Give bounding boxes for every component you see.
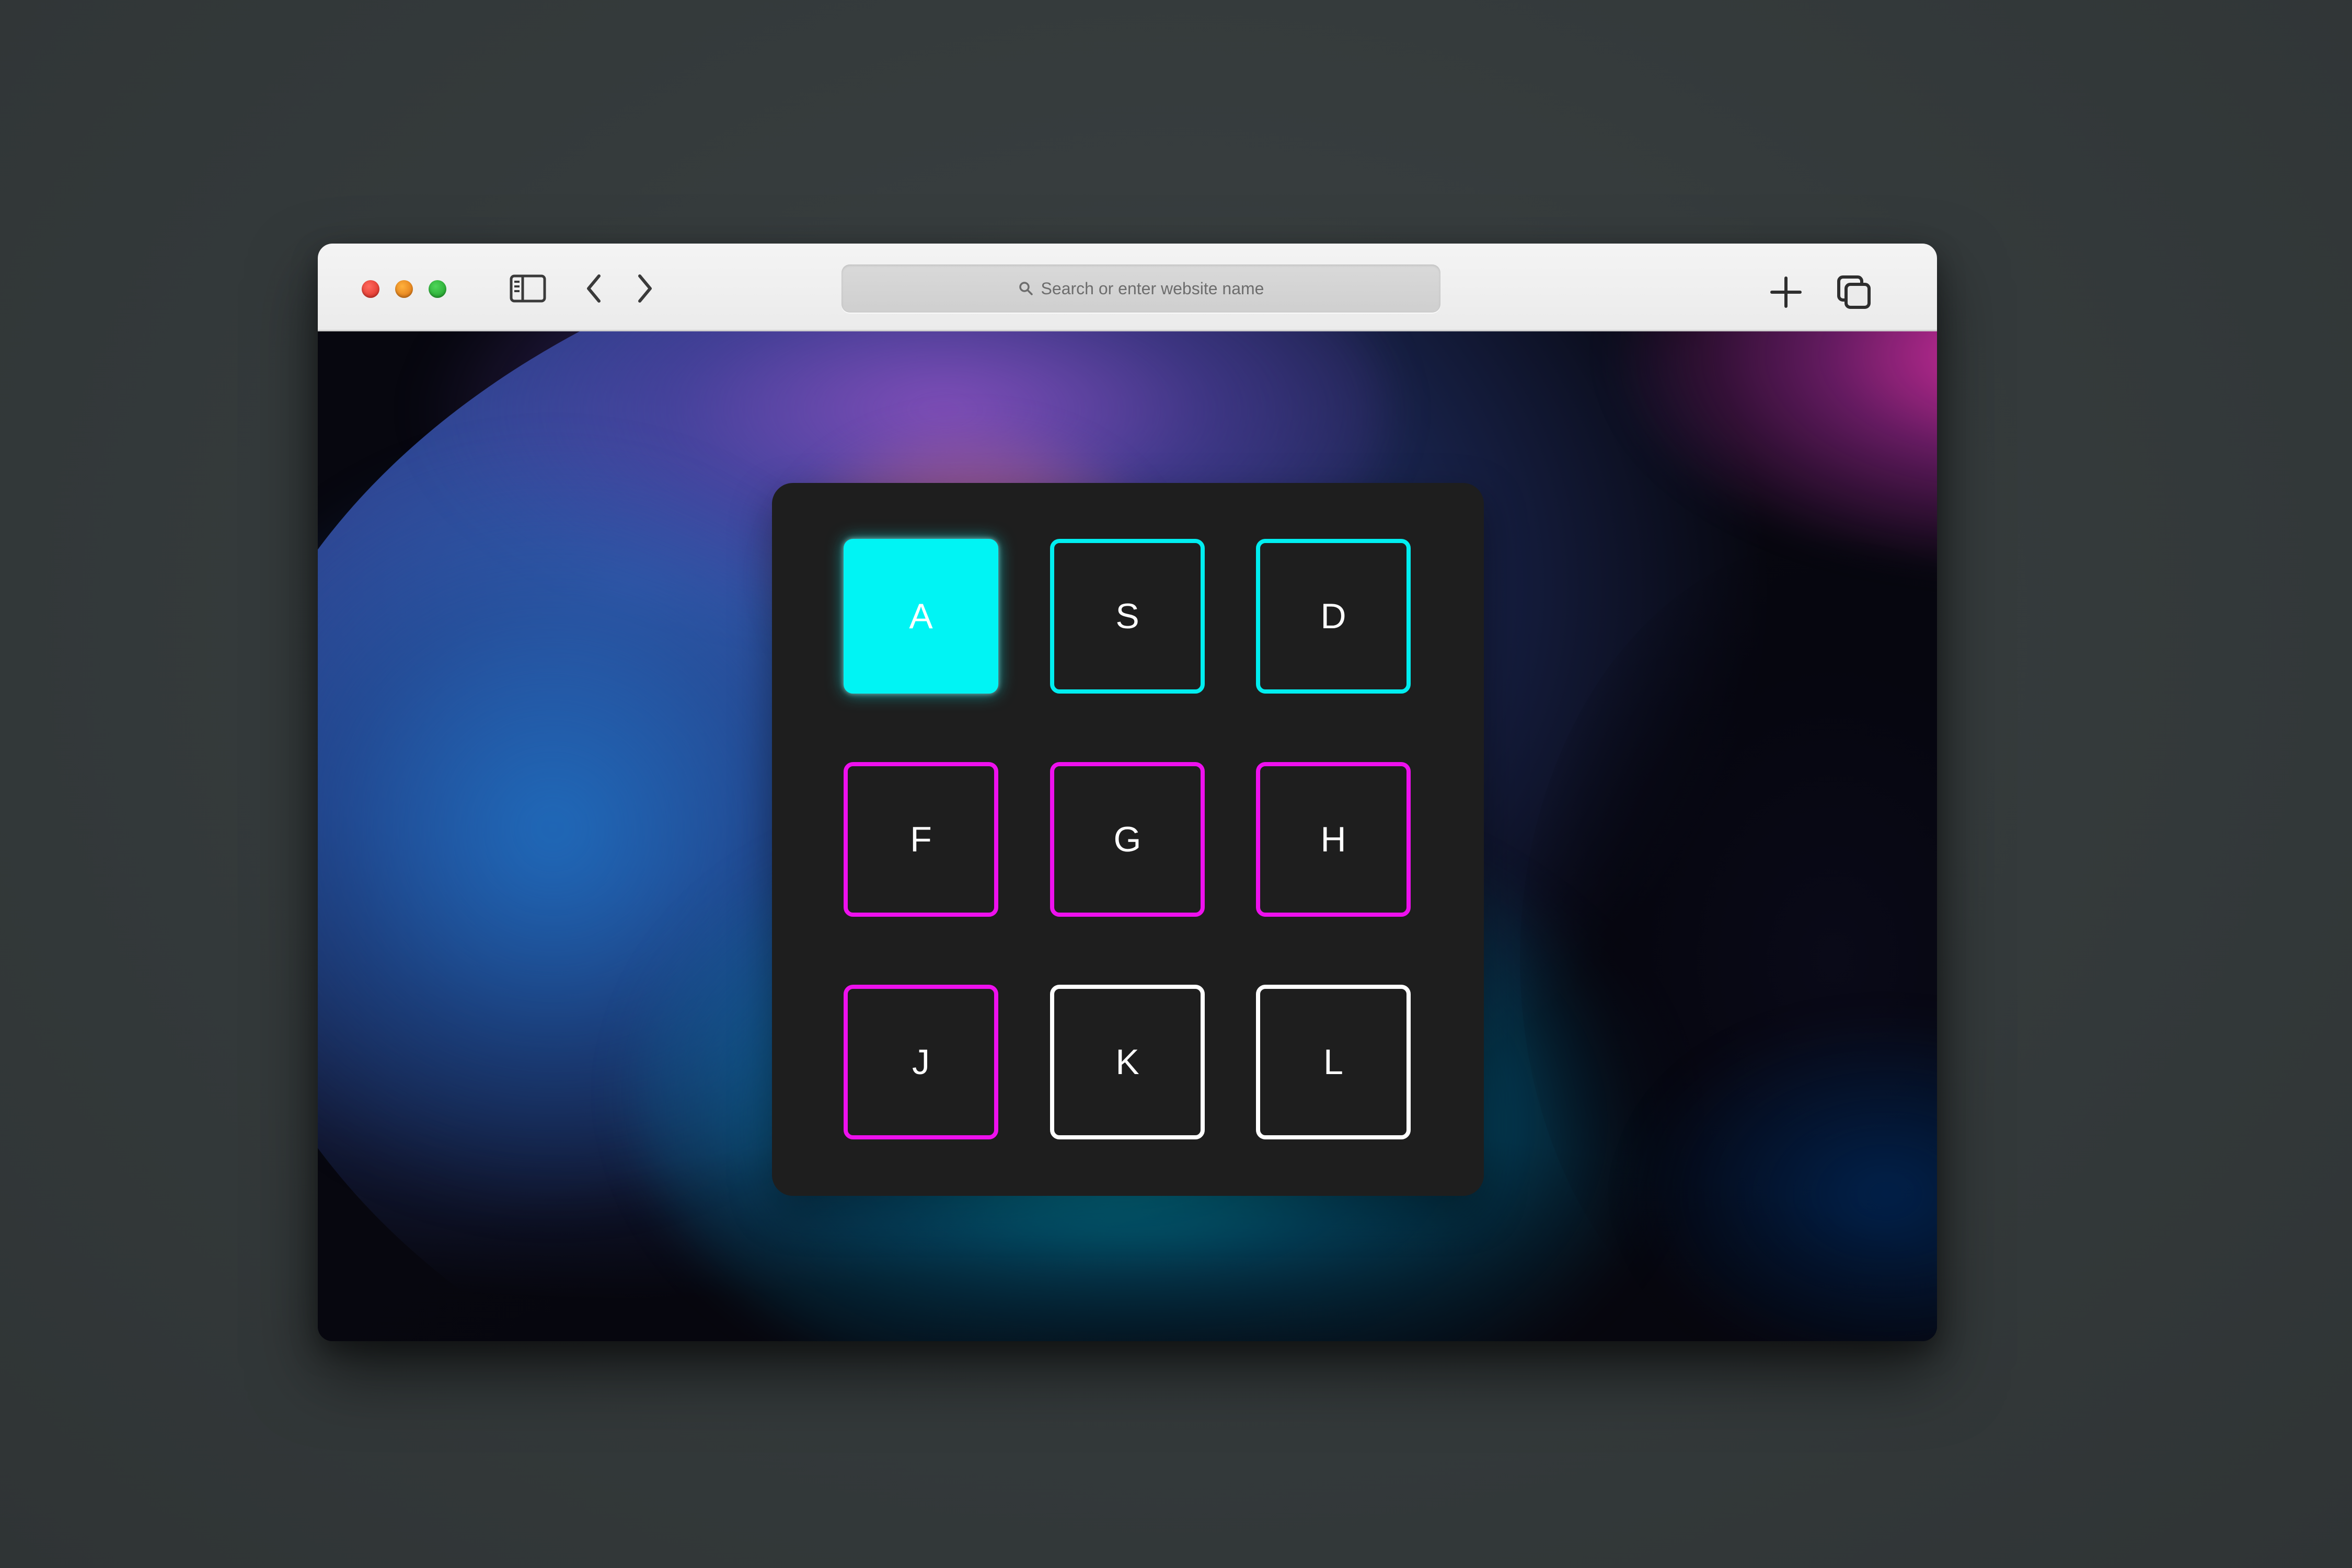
new-tab-button[interactable] [1768, 274, 1804, 310]
address-bar[interactable]: Search or enter website name [841, 264, 1440, 313]
key-h[interactable]: H [1256, 762, 1411, 917]
page-content: ASD FGH JKL [318, 331, 1937, 1341]
search-icon [1019, 282, 1033, 295]
browser-toolbar: Search or enter website name [318, 244, 1937, 331]
key-l[interactable]: L [1256, 985, 1411, 1139]
keypad-panel: ASD FGH JKL [772, 483, 1484, 1196]
key-f[interactable]: F [844, 762, 998, 917]
tab-overview-icon [1837, 275, 1871, 309]
chevron-left-icon [587, 274, 601, 303]
back-button[interactable] [579, 272, 608, 305]
close-window-button[interactable] [362, 280, 379, 298]
chevron-right-icon [638, 274, 652, 303]
key-j[interactable]: J [844, 985, 998, 1139]
sidebar-icon [510, 274, 546, 303]
zoom-window-button[interactable] [429, 280, 446, 298]
key-k[interactable]: K [1050, 985, 1205, 1139]
forward-button[interactable] [630, 272, 660, 305]
key-g[interactable]: G [1050, 762, 1205, 917]
minimize-window-button[interactable] [395, 280, 413, 298]
key-a[interactable]: A [844, 539, 998, 694]
browser-window: Search or enter website name ASD FGH JKL [318, 244, 1937, 1341]
tab-overview-button[interactable] [1835, 273, 1873, 312]
key-d[interactable]: D [1256, 539, 1411, 694]
plus-icon [1770, 276, 1802, 308]
address-bar-placeholder: Search or enter website name [1041, 279, 1264, 298]
sidebar-toggle-button[interactable] [509, 273, 547, 304]
key-s[interactable]: S [1050, 539, 1205, 694]
